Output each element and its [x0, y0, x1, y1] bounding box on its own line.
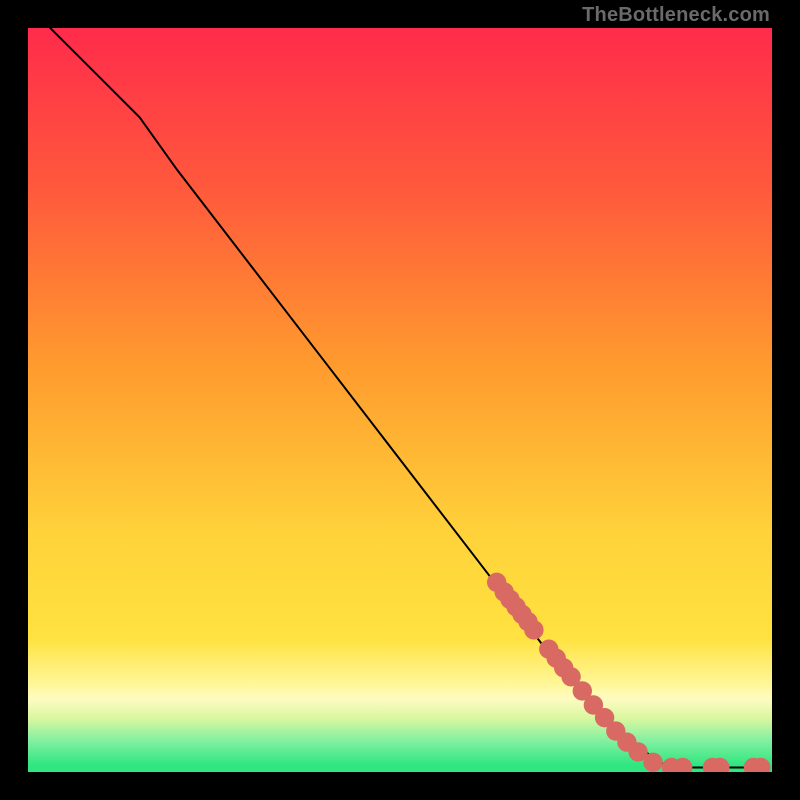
watermark-text: TheBottleneck.com	[582, 4, 770, 27]
data-marker	[643, 753, 662, 772]
bottleneck-curve-chart	[28, 28, 772, 772]
gradient-background	[28, 28, 772, 772]
data-marker	[524, 620, 543, 639]
